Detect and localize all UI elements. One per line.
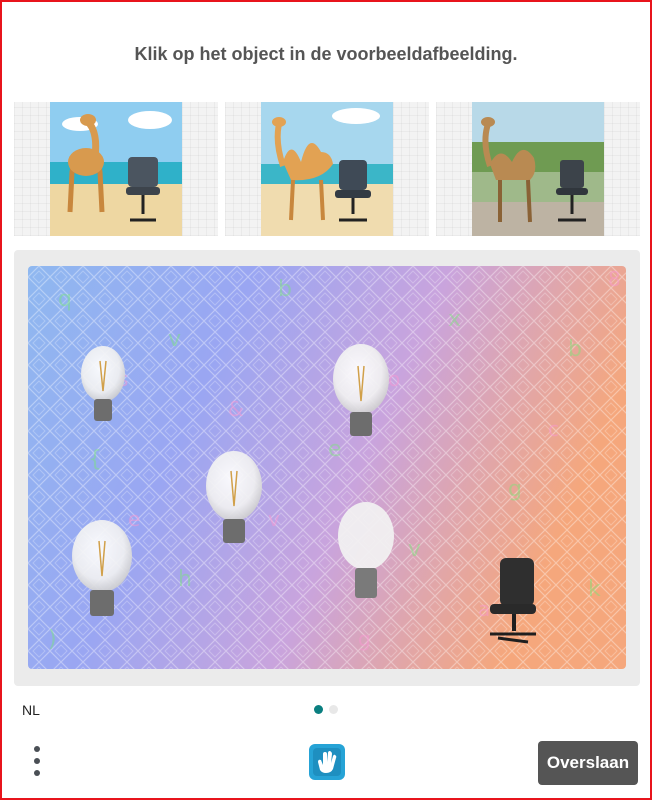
svg-text:o: o: [388, 367, 400, 391]
prompt-text: Klik op het object in de voorbeeldafbeel…: [134, 44, 518, 64]
example-image-1: [14, 102, 218, 236]
light-bulbs-and-chair-icon: qvb xb{ egh kv) s&o cva eg8: [28, 266, 626, 669]
task-image[interactable]: qvb xb{ egh kv) s&o cva eg8: [28, 266, 626, 669]
hcaptcha-logo-icon: [305, 740, 349, 784]
svg-text:h: h: [178, 567, 192, 592]
language-selector[interactable]: NL: [22, 702, 40, 718]
camel-chair-beach-icon: [50, 102, 182, 236]
svg-text:b: b: [278, 277, 292, 302]
page-dot-active: [314, 705, 323, 714]
svg-text:k: k: [588, 577, 601, 602]
vertical-dot: [34, 770, 40, 776]
menu-button[interactable]: [28, 742, 46, 782]
vertical-dots-icon: [34, 746, 40, 752]
svg-text:g: g: [508, 477, 522, 502]
camel-chair-beach-icon: [261, 102, 393, 236]
example-image-3: [436, 102, 640, 236]
svg-text:c: c: [548, 417, 559, 441]
svg-text:v: v: [268, 507, 280, 531]
task-image-panel: qvb xb{ egh kv) s&o cva eg8: [14, 250, 640, 686]
svg-text:a: a: [478, 597, 490, 621]
svg-text:{: {: [88, 447, 102, 472]
svg-text:8: 8: [608, 267, 621, 291]
skip-button[interactable]: Overslaan: [538, 741, 638, 785]
svg-text:v: v: [168, 327, 181, 352]
svg-text:g: g: [358, 627, 371, 651]
svg-text:v: v: [408, 537, 421, 562]
svg-text:e: e: [328, 437, 342, 462]
svg-text:q: q: [58, 287, 72, 312]
captcha-frame: Klik op het object in de voorbeeldafbeel…: [0, 0, 652, 800]
svg-text:): ): [48, 627, 57, 652]
svg-text:b: b: [568, 337, 582, 362]
vertical-dot: [34, 758, 40, 764]
svg-text:x: x: [448, 307, 461, 332]
page-dot: [329, 705, 338, 714]
svg-text:e: e: [128, 507, 140, 531]
example-image-2: [225, 102, 429, 236]
svg-text:&: &: [228, 397, 244, 421]
camel-chair-park-icon: [472, 102, 604, 236]
